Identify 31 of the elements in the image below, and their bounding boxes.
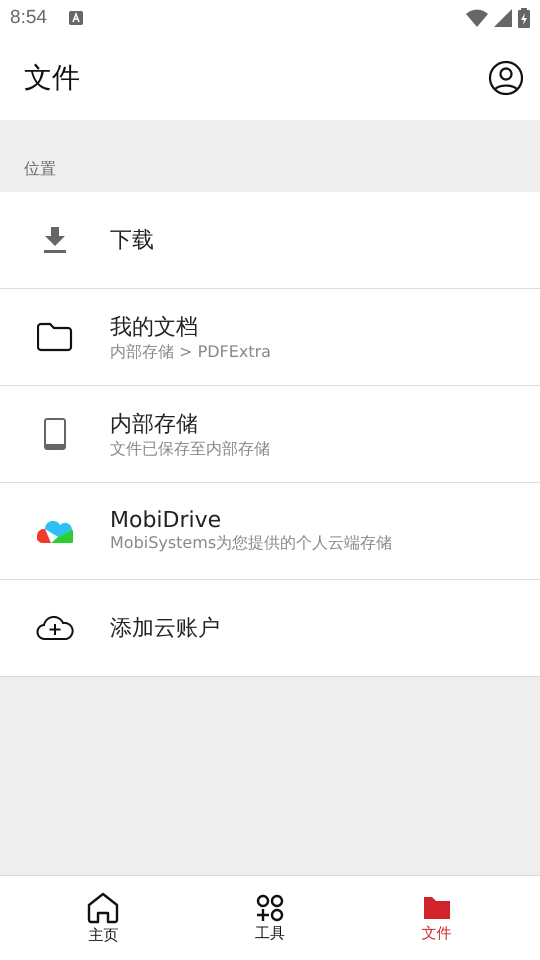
download-icon bbox=[43, 227, 67, 253]
home-icon bbox=[86, 892, 120, 924]
location-title: 添加云账户 bbox=[110, 615, 220, 643]
nav-tab[interactable]: 文件 bbox=[353, 876, 520, 960]
signal-icon bbox=[494, 9, 512, 27]
location-subtitle: 文件已保存至内部存储 bbox=[110, 438, 270, 460]
location-title: 下载 bbox=[110, 227, 154, 255]
phone-icon bbox=[44, 418, 66, 450]
nav-tab[interactable]: 工具 bbox=[186, 876, 354, 960]
wifi-icon bbox=[466, 9, 488, 27]
location-title: 内部存储 bbox=[110, 410, 199, 438]
location-row[interactable]: 添加云账户 bbox=[0, 580, 540, 677]
account-button[interactable] bbox=[488, 60, 524, 96]
location-subtitle: 内部存储 > PDFExtra bbox=[110, 342, 271, 362]
status-time: 8:54 bbox=[10, 7, 47, 29]
section-label: 位置 bbox=[24, 159, 56, 180]
location-title: MobiDrive bbox=[110, 508, 222, 533]
cloud-logo-icon bbox=[37, 519, 73, 543]
location-row[interactable]: 我的文档 内部存储 > PDFExtra bbox=[0, 289, 540, 386]
location-subtitle: MobiSystems为您提供的个人云端存储 bbox=[110, 533, 392, 554]
cloud-add-icon bbox=[36, 615, 74, 641]
location-row[interactable]: 内部存储 文件已保存至内部存储 bbox=[0, 386, 540, 483]
location-title: 我的文档 bbox=[110, 314, 199, 342]
tools-icon bbox=[256, 894, 284, 922]
location-row[interactable]: MobiDrive MobiSystems为您提供的个人云端存储 bbox=[0, 483, 540, 580]
page-title: 文件 bbox=[24, 60, 80, 96]
folder-icon bbox=[37, 322, 73, 352]
battery-icon bbox=[518, 8, 530, 28]
nav-tab[interactable]: 主页 bbox=[20, 876, 187, 960]
notification-icon bbox=[68, 11, 83, 25]
location-row[interactable]: 下载 bbox=[0, 192, 540, 289]
